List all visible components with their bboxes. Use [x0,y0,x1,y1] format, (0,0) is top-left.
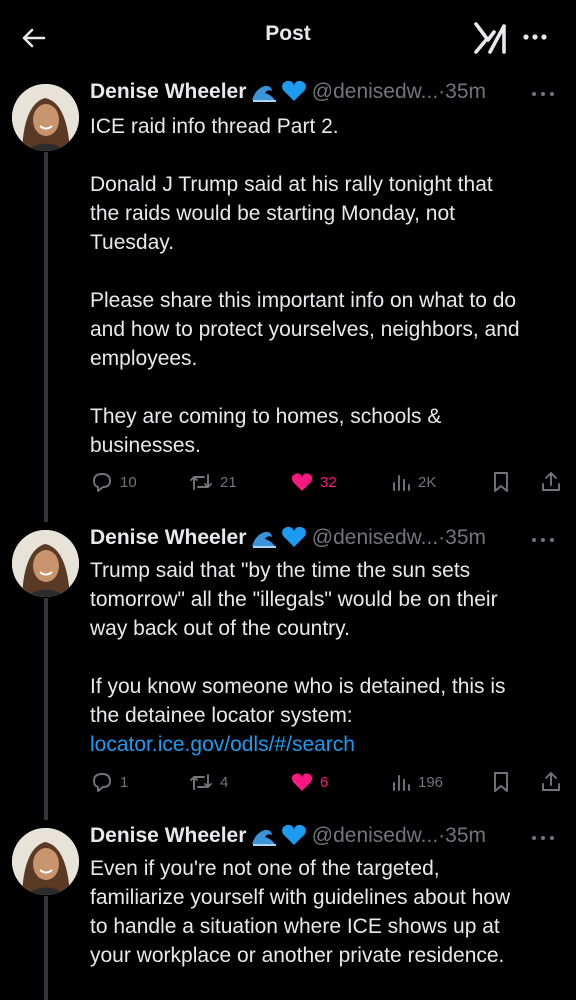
text-line: Tuesday. [90,231,175,254]
reply-count: 10 [120,473,137,491]
post-more-icon[interactable] [530,830,556,846]
avatar[interactable] [12,828,79,895]
bookmark-icon [494,772,508,792]
bookmark-icon [494,472,508,492]
text-line: familiarize yourself with guidelines abo… [90,886,511,909]
top-bar: Post [0,0,576,68]
grok-icon[interactable] [472,20,510,56]
post[interactable]: Denise Wheeler @denisedw...·35m ICE raid… [0,80,576,510]
heart-icon [291,473,313,491]
repost-icon [190,774,212,790]
more-options-icon[interactable] [520,22,550,52]
text-line: the raids would be starting Monday, not [90,202,455,225]
text-line: ICE raid info thread Part 2. [90,115,339,138]
views-button[interactable]: 196 [390,768,443,796]
post-time[interactable]: ·35m [438,824,486,847]
post-header: Denise Wheeler @denisedw...·35m [90,80,570,108]
share-button[interactable] [540,468,562,496]
bookmark-button[interactable] [490,468,512,496]
post-header: Denise Wheeler @denisedw...·35m [90,526,570,554]
reply-count: 1 [120,773,129,791]
text-line: Trump said that "by the time the sun set… [90,559,471,582]
heart-icon [291,773,313,791]
text-line: way back out of the country. [90,617,350,640]
profile-photo [12,530,79,597]
text-line: employees. [90,347,198,370]
author-handle[interactable]: @denisedw... [312,824,438,847]
text-line: If you know someone who is detained, thi… [90,675,506,698]
author-name[interactable]: Denise Wheeler [90,526,246,549]
text-line: and how to protect yourselves, neighbors… [90,318,520,341]
text-line: the detainee locator system: [90,704,353,727]
post-actions: 10 21 32 2K [90,468,566,496]
post[interactable]: Denise Wheeler @denisedw...·35m Even if … [0,824,576,1000]
blue-heart-emoji-icon [281,824,307,851]
share-icon [542,472,560,491]
avatar[interactable] [12,84,79,151]
post-more-icon[interactable] [530,86,556,102]
wave-emoji-icon [251,526,277,553]
like-count: 6 [320,773,329,791]
post-actions: 1 4 6 196 [90,768,566,796]
text-line: tomorrow" all the "illegals" would be on… [90,588,498,611]
avatar[interactable] [12,530,79,597]
post-more-icon[interactable] [530,532,556,548]
views-button[interactable]: 2K [390,468,436,496]
post-text: Even if you're not one of the targeted, … [90,854,565,970]
repost-button[interactable]: 21 [188,468,237,496]
repost-button[interactable]: 4 [188,768,228,796]
profile-photo [12,84,79,151]
text-line: They are coming to homes, schools & [90,405,442,428]
repost-icon [190,474,212,490]
reply-button[interactable]: 10 [90,468,137,496]
detainee-locator-link[interactable]: locator.ice.gov/odls/#/search [90,733,355,756]
bookmark-button[interactable] [490,768,512,796]
author-handle[interactable]: @denisedw... [312,526,438,549]
profile-photo [12,828,79,895]
post-header: Denise Wheeler @denisedw...·35m [90,824,570,852]
repost-count: 4 [220,773,229,791]
share-button[interactable] [540,768,562,796]
post[interactable]: Denise Wheeler @denisedw...·35m Trump sa… [0,526,576,796]
post-time[interactable]: ·35m [438,80,486,103]
text-line: Please share this important info on what… [90,289,517,312]
blue-heart-emoji-icon [281,80,307,107]
blue-heart-emoji-icon [281,526,307,553]
views-icon [393,775,410,791]
post-text: ICE raid info thread Part 2. Donald J Tr… [90,112,565,460]
reply-button[interactable]: 1 [90,768,128,796]
views-icon [393,475,410,491]
like-count: 32 [320,473,337,491]
views-count: 196 [418,773,444,791]
author-name[interactable]: Denise Wheeler [90,80,246,103]
share-icon [542,772,560,791]
author-handle[interactable]: @denisedw... [312,80,438,103]
text-line: your workplace or another private reside… [90,944,505,967]
text-line: businesses. [90,434,201,457]
reply-icon [93,773,111,792]
views-count: 2K [418,473,437,491]
text-line: Donald J Trump said at his rally tonight… [90,173,493,196]
text-line: to handle a situation where ICE shows up… [90,915,500,938]
post-text: Trump said that "by the time the sun set… [90,556,565,759]
wave-emoji-icon [251,824,277,851]
author-name[interactable]: Denise Wheeler [90,824,246,847]
repost-count: 21 [220,473,237,491]
post-time[interactable]: ·35m [438,526,486,549]
text-line: Even if you're not one of the targeted, [90,857,440,880]
reply-icon [93,473,111,492]
wave-emoji-icon [251,80,277,107]
like-button[interactable]: 32 [290,468,337,496]
like-button[interactable]: 6 [290,768,328,796]
